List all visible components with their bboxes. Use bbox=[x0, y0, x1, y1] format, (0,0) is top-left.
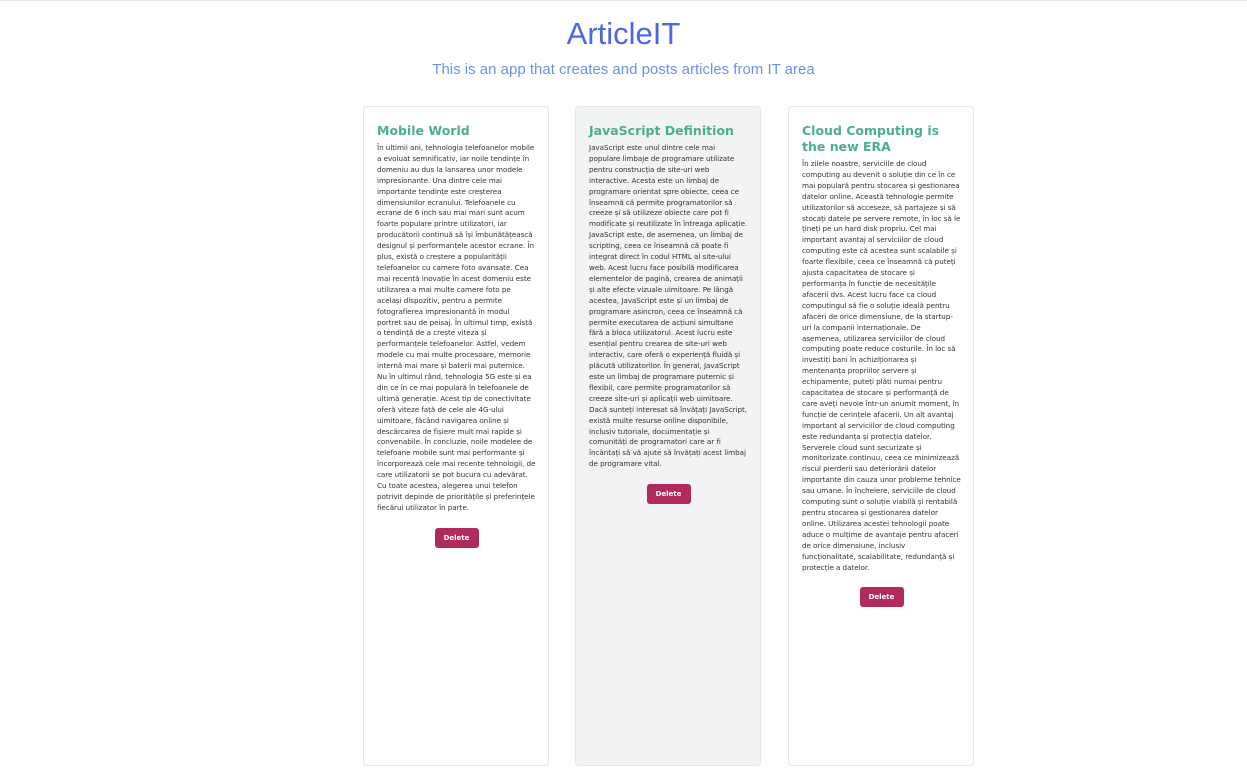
delete-button[interactable]: Delete bbox=[859, 587, 904, 608]
article-card: Cloud Computing is the new ERA În zilele… bbox=[788, 106, 974, 766]
delete-button[interactable]: Delete bbox=[434, 527, 479, 548]
article-title: Mobile World bbox=[377, 123, 470, 138]
app-title: ArticleIT bbox=[566, 16, 681, 51]
article-card: JavaScript Definition JavaScript este un… bbox=[575, 106, 761, 766]
article-card: Mobile World În ultimii ani, tehnologia … bbox=[363, 106, 549, 766]
delete-button[interactable]: Delete bbox=[646, 484, 691, 505]
article-body: În zilele noastre, serviciile de cloud c… bbox=[802, 159, 961, 572]
article-body: În ultimii ani, tehnologia telefoanelor … bbox=[377, 143, 536, 512]
article-title: Cloud Computing is the new ERA bbox=[802, 123, 940, 154]
article-title: JavaScript Definition bbox=[589, 123, 734, 138]
article-body: JavaScript este unul dintre cele mai pop… bbox=[589, 143, 748, 469]
top-divider bbox=[0, 0, 1247, 1]
app-subtitle: This is an app that creates and posts ar… bbox=[432, 61, 815, 78]
